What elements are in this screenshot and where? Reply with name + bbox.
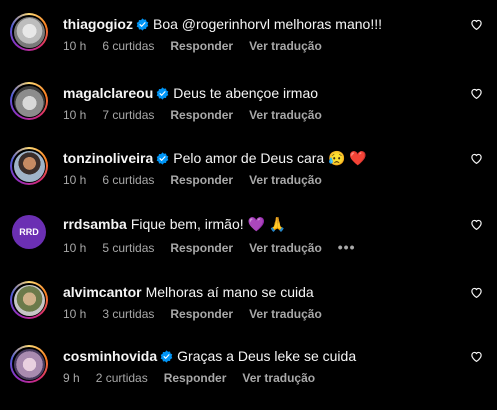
comment-time[interactable]: 10 h <box>63 241 86 255</box>
profile-photo <box>13 284 45 316</box>
comment-time[interactable]: 10 h <box>63 108 86 122</box>
reply-button[interactable]: Responder <box>170 241 233 255</box>
avatar[interactable] <box>10 345 48 383</box>
username[interactable]: cosminhovida <box>63 348 157 364</box>
reply-button[interactable]: Responder <box>164 371 227 385</box>
avatar[interactable]: RRD <box>10 213 48 251</box>
like-heart-icon[interactable] <box>470 152 483 165</box>
verified-badge-icon <box>136 18 149 31</box>
like-heart-icon[interactable] <box>470 286 483 299</box>
comment-item: alvimcantor Melhoras aí mano se cuida 10 … <box>0 281 497 341</box>
see-translation-button[interactable]: Ver tradução <box>249 39 322 53</box>
avatar[interactable] <box>10 281 48 319</box>
likes-count[interactable]: 5 curtidas <box>102 241 154 255</box>
see-translation-button[interactable]: Ver tradução <box>249 241 322 255</box>
username[interactable]: rrdsamba <box>63 216 127 232</box>
avatar[interactable] <box>10 147 48 185</box>
likes-count[interactable]: 7 curtidas <box>102 108 154 122</box>
comment-text: Boa @rogerinhorvl melhoras mano!!! <box>153 16 382 32</box>
verified-badge-icon <box>156 87 169 100</box>
likes-count[interactable]: 6 curtidas <box>102 39 154 53</box>
see-translation-button[interactable]: Ver tradução <box>249 108 322 122</box>
username[interactable]: tonzinoliveira <box>63 150 153 166</box>
comment-item: cosminhovida Graças a Deus leke se cuida … <box>0 345 497 405</box>
profile-photo <box>13 150 45 182</box>
avatar[interactable] <box>10 82 48 120</box>
comment-text: Pelo amor de Deus cara 😥 ❤️ <box>173 150 367 166</box>
verified-badge-icon <box>160 350 173 363</box>
comment-item: tonzinoliveira Pelo amor de Deus cara 😥 ❤… <box>0 147 497 207</box>
comment-text: Fique bem, irmão! 💜 🙏 <box>130 216 287 232</box>
comment-item: magalclareou Deus te abençoe irmao 10 h 7 … <box>0 82 497 142</box>
comment-text: Deus te abençoe irmao <box>173 85 319 101</box>
comment-text: Melhoras aí mano se cuida <box>145 284 314 300</box>
profile-photo: RRD <box>12 215 46 249</box>
like-heart-icon[interactable] <box>470 18 483 31</box>
like-heart-icon[interactable] <box>470 350 483 363</box>
avatar[interactable] <box>10 13 48 51</box>
more-options-icon[interactable]: ••• <box>338 239 356 255</box>
see-translation-button[interactable]: Ver tradução <box>242 371 315 385</box>
likes-count[interactable]: 3 curtidas <box>102 307 154 321</box>
see-translation-button[interactable]: Ver tradução <box>249 307 322 321</box>
likes-count[interactable]: 6 curtidas <box>102 173 154 187</box>
comment-item: RRD rrdsamba Fique bem, irmão! 💜 🙏 10 h 5 … <box>0 213 497 273</box>
comment-time[interactable]: 10 h <box>63 307 86 321</box>
reply-button[interactable]: Responder <box>170 173 233 187</box>
comment-time[interactable]: 9 h <box>63 371 80 385</box>
username[interactable]: magalclareou <box>63 85 153 101</box>
username[interactable]: thiagogioz <box>63 16 133 32</box>
reply-button[interactable]: Responder <box>170 108 233 122</box>
like-heart-icon[interactable] <box>470 218 483 231</box>
verified-badge-icon <box>156 152 169 165</box>
reply-button[interactable]: Responder <box>170 307 233 321</box>
username[interactable]: alvimcantor <box>63 284 142 300</box>
like-heart-icon[interactable] <box>470 87 483 100</box>
comment-time[interactable]: 10 h <box>63 39 86 53</box>
profile-photo <box>13 85 45 117</box>
profile-photo <box>13 16 45 48</box>
see-translation-button[interactable]: Ver tradução <box>249 173 322 187</box>
comment-text: Graças a Deus leke se cuida <box>177 348 357 364</box>
reply-button[interactable]: Responder <box>170 39 233 53</box>
comment-item: thiagogioz Boa @rogerinhorvl melhoras man… <box>0 13 497 73</box>
profile-photo <box>13 348 45 380</box>
likes-count[interactable]: 2 curtidas <box>96 371 148 385</box>
comment-time[interactable]: 10 h <box>63 173 86 187</box>
